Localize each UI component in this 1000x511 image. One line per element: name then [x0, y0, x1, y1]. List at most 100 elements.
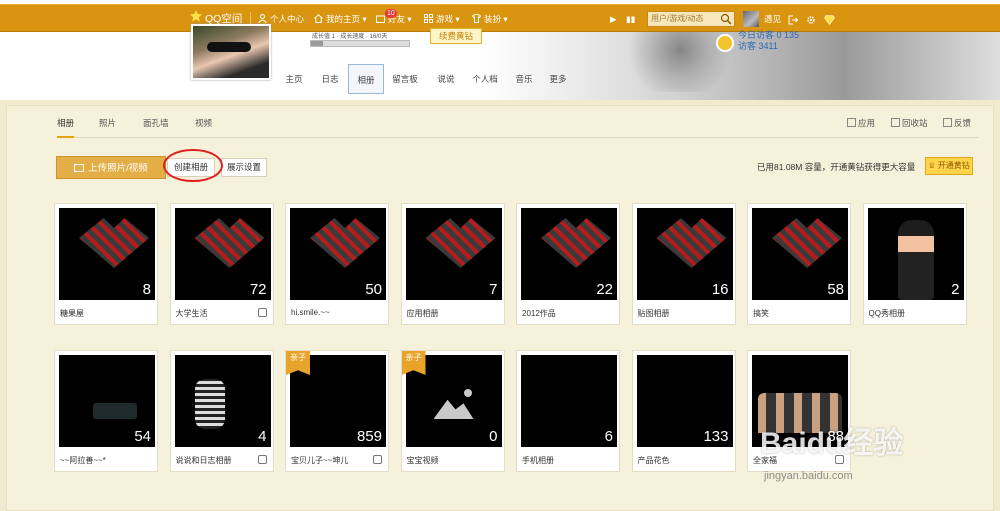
- gear-icon[interactable]: [806, 5, 816, 33]
- album-card[interactable]: 54 ~~阿拉善~~*: [54, 350, 158, 472]
- album-name[interactable]: 搞笑: [753, 308, 769, 319]
- photo-count: 58: [827, 281, 844, 298]
- album-card[interactable]: 50 hi.smile.~~: [285, 203, 389, 325]
- apps-link[interactable]: 应用: [847, 116, 875, 130]
- album-name[interactable]: QQ秀相册: [869, 308, 905, 319]
- photo-count: 8: [142, 281, 151, 298]
- display-settings-button[interactable]: 展示设置: [221, 158, 267, 177]
- upload-photos-button[interactable]: 上传照片/视频: [56, 156, 166, 179]
- tab-item[interactable]: 视频: [195, 116, 212, 138]
- album-card[interactable]: 859 亲子 宝贝儿子~~坤儿: [285, 350, 389, 472]
- album-tabs: 应用 回收站 反馈 相册 照片 面孔墙 视频: [57, 116, 979, 138]
- search-input[interactable]: 用户/游戏/动态: [647, 11, 735, 27]
- signal-icon: ▮▮: [626, 14, 636, 24]
- photo-count: 54: [134, 428, 151, 445]
- album-card[interactable]: 2 QQ秀相册: [862, 203, 967, 325]
- album-name[interactable]: 说说和日志相册: [176, 455, 232, 466]
- album-cover[interactable]: 7: [405, 208, 502, 300]
- album-name[interactable]: ~~阿拉善~~*: [60, 455, 106, 466]
- nav-item[interactable]: 主页: [280, 64, 308, 94]
- play-icon[interactable]: ▶: [610, 5, 617, 33]
- crown-icon: ♕: [928, 161, 938, 170]
- visitor-icon: [716, 34, 734, 52]
- album-name[interactable]: 大学生活: [176, 308, 208, 319]
- album-card[interactable]: 7 应用相册: [400, 203, 505, 325]
- avatar[interactable]: [743, 11, 759, 27]
- logout-icon[interactable]: [788, 5, 799, 33]
- search-placeholder: 用户/游戏/动态: [651, 14, 704, 23]
- chevron-down-icon: ▾: [360, 14, 367, 24]
- recycle-bin-link[interactable]: 回收站: [891, 116, 928, 130]
- album-card[interactable]: 8 糖果屋: [54, 203, 158, 325]
- nav-item[interactable]: 留言板: [388, 64, 422, 94]
- tab-item[interactable]: 照片: [99, 116, 116, 138]
- photo-count: 133: [703, 428, 729, 445]
- apps-icon: [847, 118, 856, 127]
- album-cover[interactable]: 16: [636, 208, 733, 300]
- album-name[interactable]: hi.smile.~~: [291, 308, 330, 317]
- tab-item[interactable]: 相册: [57, 116, 75, 138]
- avatar-sunglasses: [207, 42, 251, 52]
- personal-center-label: 个人中心: [270, 14, 305, 24]
- vip-label: 开通黄钻: [937, 161, 970, 170]
- chevron-down-icon: ▾: [501, 14, 508, 24]
- photo-count: 72: [249, 281, 267, 298]
- album-card[interactable]: 16 贴图相册: [631, 203, 736, 325]
- car-graphic: [93, 403, 137, 419]
- hearts-graphic: [425, 218, 496, 268]
- album-cover[interactable]: 72: [174, 208, 271, 300]
- album-cover[interactable]: 50: [290, 208, 386, 300]
- album-name[interactable]: 贴图相册: [638, 308, 670, 319]
- album-card[interactable]: 0 亲子 宝宝视频: [400, 350, 505, 472]
- photo-count: 859: [356, 428, 382, 445]
- apps-label: 应用: [858, 118, 876, 128]
- renew-yellow-diamond-button[interactable]: 续费黄钻: [430, 28, 482, 44]
- tab-item[interactable]: 面孔墙: [143, 116, 169, 138]
- album-cover[interactable]: 6: [521, 355, 617, 447]
- album-name[interactable]: 宝贝儿子~~坤儿: [291, 455, 348, 466]
- visitor-stats: 今日访客 0 135 访客 3411: [738, 30, 799, 52]
- album-cover[interactable]: 54: [59, 355, 155, 447]
- nav-item[interactable]: 相册: [348, 64, 384, 94]
- today-visits: 今日访客 0: [738, 30, 782, 40]
- album-card[interactable]: 72 大学生活: [169, 203, 274, 325]
- album-cover[interactable]: 22: [521, 208, 617, 300]
- album-name[interactable]: 应用相册: [407, 308, 439, 319]
- nav-item[interactable]: 音乐: [510, 64, 538, 94]
- search-icon[interactable]: [720, 13, 732, 25]
- home-icon: [314, 6, 323, 34]
- album-name[interactable]: 手机相册: [522, 455, 554, 466]
- top-navigation-bar: QQ空间 个人中心 我的主页 ▾ 10 好友 ▾ 游戏 ▾ 装扮 ▾ ▶ ▮▮ 用…: [0, 0, 1000, 36]
- album-name[interactable]: 2012作品: [522, 308, 556, 319]
- album-name[interactable]: 产品花色: [638, 455, 670, 466]
- friends-link[interactable]: 10 好友 ▾: [376, 5, 412, 33]
- open-vip-button[interactable]: ♕ 开通黄钻: [925, 157, 973, 175]
- diamond-icon[interactable]: [824, 5, 835, 33]
- album-cover[interactable]: 58: [752, 208, 848, 300]
- nav-item[interactable]: 日志: [316, 64, 344, 94]
- nav-item[interactable]: 个人档: [468, 64, 502, 94]
- feedback-link[interactable]: 反馈: [943, 116, 971, 130]
- visits-extra: 135: [784, 30, 800, 40]
- lock-icon: [257, 308, 267, 317]
- album-name[interactable]: 糖果屋: [60, 308, 84, 319]
- album-card[interactable]: 4 说说和日志相册: [169, 350, 274, 472]
- profile-avatar[interactable]: [191, 24, 271, 80]
- baidu-watermark: Baidu经验: [760, 427, 904, 460]
- nav-item[interactable]: 说说: [432, 64, 460, 94]
- album-cover[interactable]: 8: [59, 208, 155, 300]
- album-card[interactable]: 133 产品花色: [631, 350, 736, 472]
- hearts-graphic: [541, 218, 611, 268]
- album-card[interactable]: 22 2012作品: [516, 203, 620, 325]
- highlight-circle: [163, 149, 223, 182]
- my-home-link[interactable]: 我的主页 ▾: [314, 5, 367, 33]
- hearts-graphic: [310, 218, 380, 268]
- album-card[interactable]: 58 搞笑: [747, 203, 851, 325]
- album-name[interactable]: 宝宝视频: [407, 455, 439, 466]
- album-card[interactable]: 6 手机相册: [516, 350, 620, 472]
- album-cover[interactable]: 4: [174, 355, 271, 447]
- username[interactable]: 遇见: [764, 5, 781, 33]
- album-cover[interactable]: 2: [867, 208, 964, 300]
- album-cover[interactable]: 133: [636, 355, 733, 447]
- nav-item[interactable]: 更多: [546, 64, 570, 94]
